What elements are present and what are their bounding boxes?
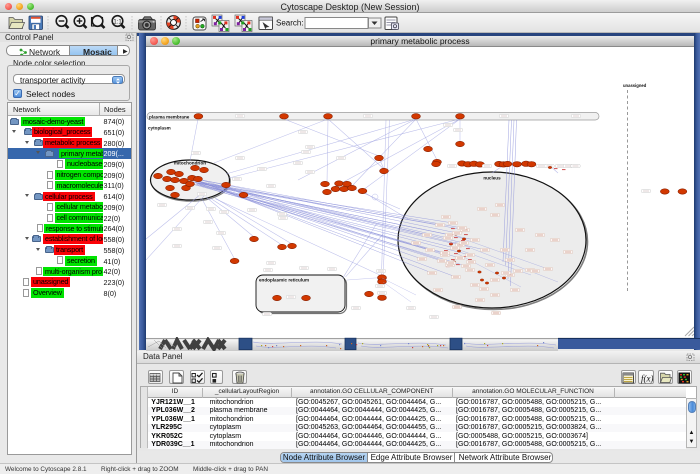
svg-text:Search:: Search: [276, 19, 304, 28]
svg-text:endoplasmic reticulum: endoplasmic reticulum [259, 278, 309, 283]
svg-text:1:1: 1:1 [113, 19, 122, 25]
svg-text:unassigned: unassigned [623, 83, 647, 88]
svg-text:f(x): f(x) [641, 374, 653, 384]
svg-text:plasma membrane: plasma membrane [149, 114, 190, 119]
svg-text:cytoplasm: cytoplasm [148, 126, 171, 131]
svg-text:mitochondrion: mitochondrion [174, 161, 206, 166]
svg-text:nucleus: nucleus [483, 176, 501, 181]
